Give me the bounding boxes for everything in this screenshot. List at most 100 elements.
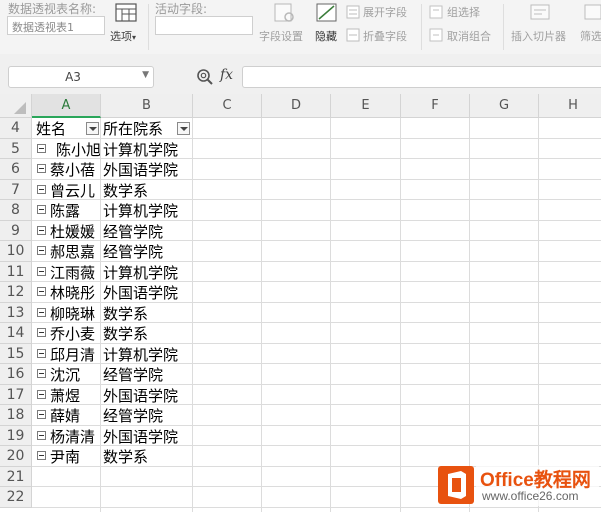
cell-department[interactable]: 经管学院 [103, 406, 191, 426]
collapse-field-button[interactable]: 折叠字段 [363, 28, 407, 44]
row-header-12[interactable]: 12 [0, 282, 32, 303]
pivot-name-input[interactable]: 数据透视表1 [7, 16, 105, 35]
filter-dropdown-icon[interactable] [86, 122, 99, 135]
cell-name[interactable]: 杨清清 [50, 427, 100, 447]
zoom-magnify-icon[interactable] [196, 68, 214, 86]
pivot-header-name[interactable]: 姓名 [36, 119, 84, 139]
name-box[interactable]: A3 ▼ [8, 66, 154, 88]
cell-department[interactable]: 外国语学院 [103, 386, 191, 406]
collapse-toggle-icon[interactable] [37, 430, 46, 440]
row-header-16[interactable]: 16 [0, 364, 32, 385]
collapse-toggle-icon[interactable] [37, 184, 46, 194]
row-header-13[interactable]: 13 [0, 302, 32, 323]
collapse-toggle-icon[interactable] [37, 389, 46, 399]
column-header-b[interactable]: B [101, 94, 193, 118]
row-header-15[interactable]: 15 [0, 343, 32, 364]
row-header-7[interactable]: 7 [0, 179, 32, 200]
row-header-21[interactable]: 21 [0, 466, 32, 487]
collapse-toggle-icon[interactable] [37, 287, 46, 296]
group-selection-button[interactable]: 组选择 [447, 4, 480, 20]
column-header-d[interactable]: D [262, 94, 331, 118]
cell-department[interactable]: 计算机学院 [103, 140, 191, 160]
collapse-toggle-icon[interactable] [37, 164, 46, 173]
cell-name[interactable]: 江雨薇 [50, 263, 100, 283]
cell-name[interactable]: 陈小旭 [56, 140, 100, 160]
column-header-c[interactable]: C [193, 94, 262, 118]
cell-department[interactable]: 经管学院 [103, 365, 191, 385]
formula-input[interactable] [242, 66, 601, 88]
column-header-f[interactable]: F [401, 94, 470, 118]
cell-name[interactable]: 邱月清 [50, 345, 100, 365]
collapse-toggle-icon[interactable] [37, 328, 46, 337]
collapse-toggle-icon[interactable] [37, 205, 46, 214]
collapse-toggle-icon[interactable] [37, 410, 46, 419]
cell-name[interactable]: 柳晓琳 [50, 304, 100, 324]
row-header-11[interactable]: 11 [0, 261, 32, 282]
row-header-10[interactable]: 10 [0, 241, 32, 262]
cell-name[interactable]: 林晓彤 [50, 283, 100, 303]
hide-button[interactable]: 隐藏 [315, 28, 337, 44]
cell-name[interactable]: 萧煜 [50, 386, 100, 406]
collapse-toggle-icon[interactable] [37, 143, 46, 153]
collapse-toggle-icon[interactable] [37, 307, 46, 317]
cell-name[interactable]: 陈露 [50, 201, 100, 221]
cell-department[interactable]: 数学系 [103, 304, 191, 324]
cell-name[interactable]: 曾云儿 [50, 181, 100, 201]
pivot-header-dept[interactable]: 所在院系 [103, 119, 175, 139]
column-header-h[interactable]: H [539, 94, 601, 118]
row-header-20[interactable]: 20 [0, 446, 32, 467]
collapse-toggle-icon[interactable] [37, 266, 46, 276]
cell-department[interactable]: 外国语学院 [103, 283, 191, 303]
row-header-5[interactable]: 5 [0, 138, 32, 159]
row-header-6[interactable]: 6 [0, 159, 32, 180]
insert-slicer-button[interactable]: 插入切片器 [511, 28, 566, 44]
cell-name[interactable]: 杜媛媛 [50, 222, 100, 242]
row-header-14[interactable]: 14 [0, 323, 32, 344]
field-settings-button[interactable]: 字段设置 [259, 28, 303, 44]
hide-icon[interactable] [314, 2, 340, 24]
cell-department[interactable]: 数学系 [103, 181, 191, 201]
cell-name[interactable]: 乔小麦 [50, 324, 100, 344]
cell-name[interactable]: 郝思嘉 [50, 242, 100, 262]
options-button[interactable]: 选项▾ [110, 28, 136, 44]
collapse-toggle-icon[interactable] [37, 348, 46, 358]
options-icon[interactable] [113, 2, 139, 24]
row-header-8[interactable]: 8 [0, 200, 32, 221]
cell-department[interactable]: 经管学院 [103, 222, 191, 242]
cell-department[interactable]: 数学系 [103, 447, 191, 467]
row-header-18[interactable]: 18 [0, 405, 32, 426]
cell-department[interactable]: 计算机学院 [103, 345, 191, 365]
cell-department[interactable]: 数学系 [103, 324, 191, 344]
collapse-toggle-icon[interactable] [37, 246, 46, 255]
column-header-g[interactable]: G [470, 94, 539, 118]
field-settings-icon[interactable] [271, 2, 297, 24]
ungroup-button[interactable]: 取消组合 [447, 28, 491, 44]
filter-icon[interactable] [583, 2, 601, 24]
collapse-toggle-icon[interactable] [37, 451, 46, 460]
active-field-input[interactable] [155, 16, 253, 35]
cell-department[interactable]: 计算机学院 [103, 263, 191, 283]
collapse-toggle-icon[interactable] [37, 369, 46, 378]
collapse-toggle-icon[interactable] [37, 225, 46, 235]
cell-name[interactable]: 沈沉 [50, 365, 100, 385]
cell-name[interactable]: 薛婧 [50, 406, 100, 426]
row-header-17[interactable]: 17 [0, 384, 32, 405]
expand-field-button[interactable]: 展开字段 [363, 4, 407, 20]
row-header-22[interactable]: 22 [0, 487, 32, 508]
chevron-down-icon[interactable]: ▼ [142, 70, 149, 80]
cell-department[interactable]: 经管学院 [103, 242, 191, 262]
cell-department[interactable]: 外国语学院 [103, 427, 191, 447]
column-header-a[interactable]: A [32, 94, 101, 118]
column-header-e[interactable]: E [331, 94, 401, 118]
filter-dropdown-icon[interactable] [177, 122, 190, 135]
row-header-9[interactable]: 9 [0, 220, 32, 241]
fx-insert-function-icon[interactable]: fx [220, 67, 233, 83]
select-all-corner[interactable] [0, 94, 32, 118]
cell-department[interactable]: 计算机学院 [103, 201, 191, 221]
insert-slicer-icon[interactable] [528, 2, 554, 24]
cell-department[interactable]: 外国语学院 [103, 160, 191, 180]
cell-name[interactable]: 蔡小蓓 [50, 160, 100, 180]
row-header-19[interactable]: 19 [0, 425, 32, 446]
filter-button[interactable]: 筛选 [580, 28, 601, 44]
row-header-4[interactable]: 4 [0, 118, 32, 139]
